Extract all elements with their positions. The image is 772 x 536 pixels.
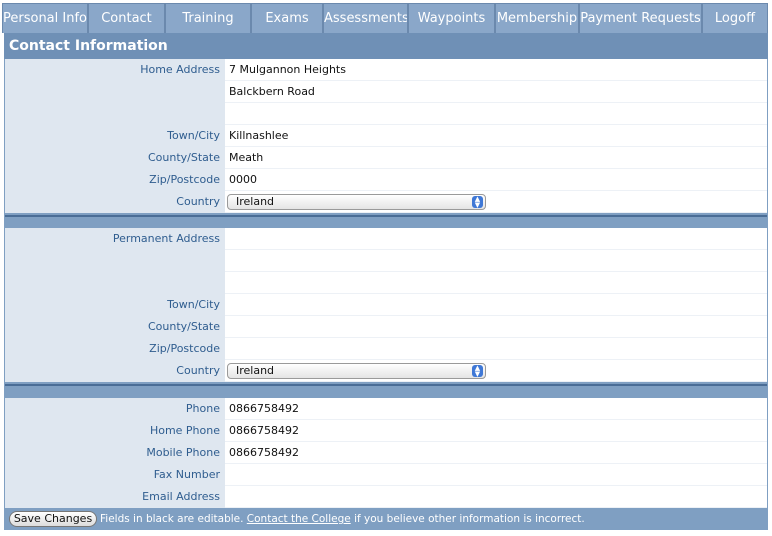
home-country-selected-value: Ireland <box>236 195 275 208</box>
permanent-town-field[interactable] <box>225 294 229 316</box>
home-zip-field[interactable]: 0000 <box>225 169 257 191</box>
mobile-phone-row: Mobile Phone 0866758492 <box>5 442 767 464</box>
fax-field[interactable] <box>225 464 229 486</box>
tab-contact[interactable]: Contact <box>88 3 165 33</box>
permanent-zip-field[interactable] <box>225 338 229 360</box>
phone-field[interactable]: 0866758492 <box>225 398 299 420</box>
home-phone-field[interactable]: 0866758492 <box>225 420 299 442</box>
home-zip-row: Zip/Postcode 0000 <box>5 169 767 191</box>
mobile-phone-label: Mobile Phone <box>5 442 225 464</box>
home-address-line1-field[interactable]: 7 Mulgannon Heights <box>225 59 346 81</box>
permanent-country-selected-value: Ireland <box>236 364 275 377</box>
tab-membership[interactable]: Membership <box>495 3 579 33</box>
footer-note: Fields in black are editable. Contact th… <box>100 508 585 530</box>
home-address-line3-field[interactable] <box>225 103 229 125</box>
email-field[interactable] <box>225 486 229 508</box>
contact-college-link[interactable]: Contact the College <box>247 513 351 525</box>
permanent-zip-row: Zip/Postcode <box>5 338 767 360</box>
form-footer: Save Changes Fields in black are editabl… <box>4 508 768 530</box>
phone-email-section: Phone 0866758492 Home Phone 0866758492 M… <box>5 398 767 508</box>
permanent-country-select[interactable]: Ireland ▲ ▼ <box>227 363 486 379</box>
select-arrows-icon: ▲ ▼ <box>472 196 483 209</box>
home-county-label: County/State <box>5 147 225 169</box>
tab-assessments[interactable]: Assessments <box>323 3 408 33</box>
permanent-address-line3-row <box>5 272 767 294</box>
home-town-label: Town/City <box>5 125 225 147</box>
app-window: Personal Info Contact Training Exams Ass… <box>0 0 772 536</box>
permanent-town-row: Town/City <box>5 294 767 316</box>
home-address-line2-row: Balckbern Road <box>5 81 767 103</box>
permanent-address-line2-label-cell <box>5 250 225 272</box>
permanent-county-row: County/State <box>5 316 767 338</box>
permanent-address-line2-field[interactable] <box>225 250 229 272</box>
tab-bar: Personal Info Contact Training Exams Ass… <box>2 3 770 33</box>
home-address-label: Home Address <box>5 59 225 81</box>
phone-row: Phone 0866758492 <box>5 398 767 420</box>
email-row: Email Address <box>5 486 767 508</box>
permanent-country-label: Country <box>5 360 225 382</box>
home-address-line3-row <box>5 103 767 125</box>
permanent-county-field[interactable] <box>225 316 229 338</box>
home-country-select[interactable]: Ireland ▲ ▼ <box>227 194 486 210</box>
permanent-zip-label: Zip/Postcode <box>5 338 225 360</box>
home-zip-label: Zip/Postcode <box>5 169 225 191</box>
home-address-line3-label-cell <box>5 103 225 125</box>
save-changes-button[interactable]: Save Changes <box>9 511 97 527</box>
home-address-line2-field[interactable]: Balckbern Road <box>225 81 315 103</box>
permanent-country-row: Country Ireland ▲ ▼ <box>5 360 767 382</box>
home-country-row: Country Ireland ▲ ▼ <box>5 191 767 213</box>
section-divider <box>5 382 767 388</box>
fax-row: Fax Number <box>5 464 767 486</box>
footer-text-before: Fields in black are editable. <box>100 513 244 525</box>
home-phone-label: Home Phone <box>5 420 225 442</box>
permanent-address-line3-label-cell <box>5 272 225 294</box>
tab-logoff[interactable]: Logoff <box>702 3 768 33</box>
tab-personal-info[interactable]: Personal Info <box>2 3 88 33</box>
home-town-row: Town/City Killnashlee <box>5 125 767 147</box>
home-address-section: Home Address 7 Mulgannon Heights Balckbe… <box>5 59 767 213</box>
permanent-county-label: County/State <box>5 316 225 338</box>
home-address-line2-label-cell <box>5 81 225 103</box>
phone-label: Phone <box>5 398 225 420</box>
home-country-label: Country <box>5 191 225 213</box>
fax-label: Fax Number <box>5 464 225 486</box>
tab-payment-requests[interactable]: Payment Requests <box>579 3 702 33</box>
select-arrows-icon: ▲ ▼ <box>472 365 483 378</box>
home-town-field[interactable]: Killnashlee <box>225 125 288 147</box>
home-county-field[interactable]: Meath <box>225 147 263 169</box>
mobile-phone-field[interactable]: 0866758492 <box>225 442 299 464</box>
panel-title: Contact Information <box>4 33 768 59</box>
footer-text-after: if you believe other information is inco… <box>354 513 585 525</box>
permanent-address-label: Permanent Address <box>5 228 225 250</box>
permanent-address-section: Permanent Address Town/City County/State… <box>5 228 767 382</box>
permanent-address-line1-field[interactable] <box>225 228 229 250</box>
permanent-town-label: Town/City <box>5 294 225 316</box>
home-county-row: County/State Meath <box>5 147 767 169</box>
tab-exams[interactable]: Exams <box>251 3 323 33</box>
home-phone-row: Home Phone 0866758492 <box>5 420 767 442</box>
contact-panel: Contact Information Home Address 7 Mulga… <box>4 33 768 530</box>
section-divider <box>5 213 767 219</box>
tab-waypoints[interactable]: Waypoints <box>408 3 495 33</box>
permanent-address-line1-row: Permanent Address <box>5 228 767 250</box>
permanent-address-line2-row <box>5 250 767 272</box>
email-label: Email Address <box>5 486 225 508</box>
tab-training[interactable]: Training <box>165 3 251 33</box>
home-address-line1-row: Home Address 7 Mulgannon Heights <box>5 59 767 81</box>
permanent-address-line3-field[interactable] <box>225 272 229 294</box>
